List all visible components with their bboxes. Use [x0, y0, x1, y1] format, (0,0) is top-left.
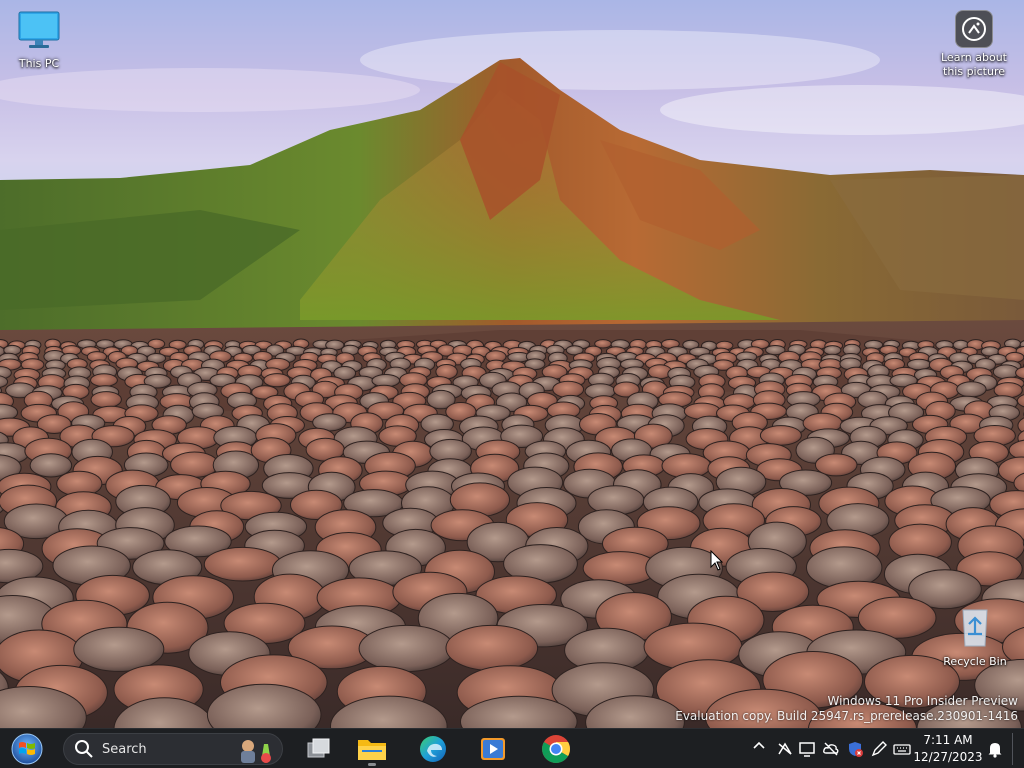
- watermark-edition: Windows 11 Pro Insider Preview: [827, 694, 1018, 708]
- show-desktop-button[interactable]: [1012, 733, 1020, 765]
- desktop-icon-recycle-bin[interactable]: Recycle Bin: [936, 606, 1014, 669]
- search-highlight-icon: [241, 740, 271, 763]
- clock-time: 7:11 AM: [923, 733, 973, 747]
- recycle-bin-icon: [936, 606, 1014, 652]
- security-icon[interactable]: [846, 740, 864, 758]
- basalt-stone: [956, 381, 987, 398]
- keyboard-icon[interactable]: [893, 740, 911, 758]
- desktop-icon-learn-about-picture[interactable]: Learn about this picture: [935, 10, 1013, 79]
- camera-icon: [955, 10, 993, 48]
- taskbar-task-view[interactable]: [298, 731, 338, 767]
- cloud-icon[interactable]: [822, 740, 840, 758]
- start-button[interactable]: [8, 732, 46, 766]
- taskbar-search-box[interactable]: Search: [63, 733, 283, 765]
- search-icon: [75, 740, 93, 758]
- desktop-icon-this-pc[interactable]: This PC: [0, 10, 78, 71]
- search-placeholder: Search: [102, 741, 147, 757]
- media-player-icon: [481, 738, 505, 760]
- wallpaper-scene: [0, 30, 1024, 728]
- taskbar: Search 7:11 AM 12/27/2023: [0, 728, 1024, 768]
- display-icon[interactable]: [798, 740, 816, 758]
- taskbar-file-explorer[interactable]: [352, 731, 392, 767]
- monitor-icon: [0, 10, 78, 54]
- basalt-stone: [992, 364, 1020, 380]
- folder-icon: [358, 740, 386, 760]
- clock-date: 12/27/2023: [913, 750, 983, 764]
- basalt-stone: [358, 624, 455, 673]
- basalt-stone: [90, 391, 122, 409]
- taskbar-media-player[interactable]: [473, 731, 513, 767]
- basalt-stone: [73, 626, 165, 672]
- basalt-columns: [0, 338, 1024, 728]
- basalt-stone: [90, 373, 118, 388]
- basalt-stone: [203, 546, 282, 582]
- desktop-icon-label: Learn about this picture: [941, 51, 1007, 78]
- chevron-up-icon[interactable]: [750, 737, 768, 755]
- windows-start-icon: [11, 733, 43, 765]
- task-view-icon: [307, 738, 330, 758]
- mouse-cursor-icon: [710, 549, 724, 576]
- taskbar-edge[interactable]: [413, 731, 453, 767]
- desktop-icon-label: Recycle Bin: [943, 655, 1007, 668]
- basalt-stone: [759, 425, 802, 446]
- notification-bell-icon[interactable]: [986, 740, 1004, 758]
- running-indicator: [368, 763, 376, 766]
- network-icon[interactable]: [776, 740, 794, 758]
- taskbar-chrome[interactable]: [536, 731, 576, 767]
- taskbar-clock[interactable]: 7:11 AM 12/27/2023: [912, 732, 984, 766]
- basalt-stone: [823, 345, 842, 356]
- edge-icon: [420, 736, 446, 762]
- chrome-icon: [542, 735, 570, 763]
- pen-icon[interactable]: [870, 740, 888, 758]
- desktop-icon-label: This PC: [18, 57, 60, 70]
- basalt-stone: [445, 624, 539, 672]
- watermark-build: Evaluation copy. Build 25947.rs_prerelea…: [675, 709, 1018, 723]
- basalt-stone: [263, 373, 291, 388]
- evaluation-watermark: Windows 11 Pro Insider Preview Evaluatio…: [675, 694, 1018, 724]
- desktop-wallpaper: [0, 0, 1024, 728]
